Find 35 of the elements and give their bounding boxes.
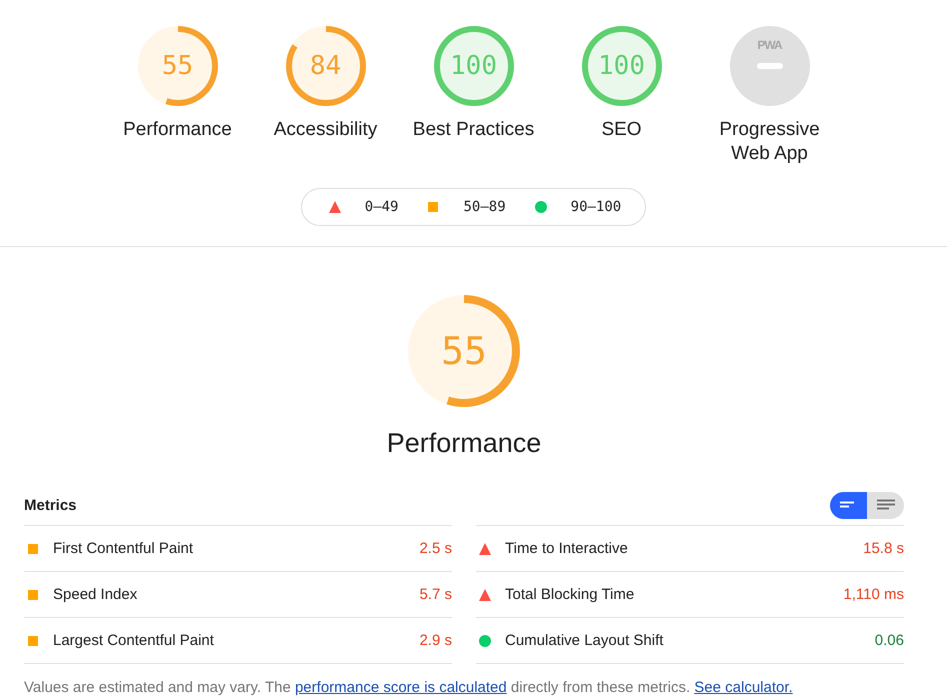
score-value: 100 [598, 51, 645, 81]
metric-name: Total Blocking Time [505, 586, 636, 603]
metric-value: 2.5 s [419, 540, 452, 557]
link[interactable]: See calculator. [694, 679, 793, 696]
metric-name: Cumulative Layout Shift [505, 632, 664, 649]
metric-name: Largest Contentful Paint [53, 632, 215, 649]
lines-icon [876, 499, 894, 511]
range-label: 50–89 [463, 199, 506, 215]
pwa-label: PWA [757, 38, 782, 52]
dash-icon [756, 63, 782, 69]
gauge-label: Performance [123, 118, 232, 142]
metric-name: First Contentful Paint [53, 540, 194, 557]
range-label: 90–100 [570, 199, 622, 215]
range-label: 0–49 [364, 199, 398, 215]
metric-value: 0.06 [874, 632, 904, 649]
expanded-view-button[interactable] [867, 492, 904, 518]
score-value: 84 [310, 51, 342, 81]
gauge-label: Progressive Web App [718, 118, 821, 166]
metric-value: 5.7 s [419, 586, 452, 603]
metric-name: Speed Index [53, 586, 138, 603]
compact-view-button[interactable] [830, 492, 867, 518]
score-value: 100 [450, 51, 497, 81]
metric-value: 2.9 s [419, 632, 452, 649]
gauge-label: Best Practices [412, 118, 534, 142]
metric-name: Time to Interactive [505, 540, 629, 557]
metric-value: 15.8 s [863, 540, 904, 557]
gauge-label: Accessibility [274, 118, 378, 142]
score-value: 55 [162, 51, 194, 81]
metrics-heading: Metrics [24, 496, 77, 514]
score-value: 55 [441, 329, 487, 373]
metrics-note: Values are estimated and may vary. The performance score is calculated directly from these metrics. See calculator. [24, 678, 794, 698]
gauge-label: Performance [386, 427, 542, 460]
gauge-label: SEO [601, 118, 642, 142]
link[interactable]: performance score is calculated [294, 679, 507, 696]
metric-value: 1,110 ms [843, 586, 904, 603]
